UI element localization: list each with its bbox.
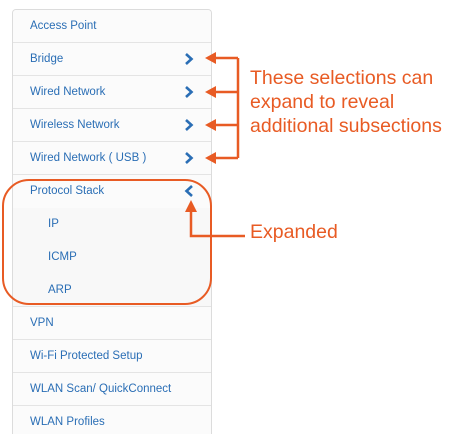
chevron-right-icon[interactable]: [184, 53, 194, 65]
menu-item-label: Wireless Network: [30, 119, 120, 131]
expandable-annotation: These selections can expand to reveal ad…: [250, 66, 442, 138]
menu-item-label: Bridge: [30, 53, 64, 65]
submenu-item-label: IP: [48, 218, 59, 230]
chevron-right-icon[interactable]: [184, 86, 194, 98]
menu-item-wlan-profiles[interactable]: WLAN Profiles: [13, 406, 211, 434]
submenu-item-arp[interactable]: ARP: [13, 274, 211, 307]
menu-item-access-point[interactable]: Access Point: [13, 10, 211, 43]
menu-item-protocol-stack[interactable]: Protocol Stack: [13, 175, 211, 208]
menu-item-label: VPN: [30, 317, 54, 329]
menu-item-label: Wired Network: [30, 86, 106, 98]
submenu-item-label: ARP: [48, 284, 72, 296]
menu-item-label: WLAN Profiles: [30, 416, 105, 428]
submenu-item-icmp[interactable]: ICMP: [13, 241, 211, 274]
chevron-right-icon[interactable]: [184, 152, 194, 164]
settings-menu: Access Point Bridge Wired Network Wirele…: [12, 9, 212, 434]
menu-item-vpn[interactable]: VPN: [13, 307, 211, 340]
chevron-left-icon[interactable]: [184, 185, 194, 197]
submenu-item-ip[interactable]: IP: [13, 208, 211, 241]
menu-item-wlan-scan[interactable]: WLAN Scan/ QuickConnect: [13, 373, 211, 406]
menu-item-label: Protocol Stack: [30, 185, 105, 197]
annotation-line: additional subsections: [250, 115, 442, 137]
menu-item-wired-network[interactable]: Wired Network: [13, 76, 211, 109]
annotation-line: expand to reveal: [250, 91, 395, 113]
menu-item-label: WLAN Scan/ QuickConnect: [30, 383, 172, 395]
expandable-bracket: [215, 56, 240, 160]
menu-item-label: Wi-Fi Protected Setup: [30, 350, 143, 362]
annotation-line: These selections can: [250, 67, 434, 89]
chevron-right-icon[interactable]: [184, 119, 194, 131]
menu-item-wired-network-usb[interactable]: Wired Network ( USB ): [13, 142, 211, 175]
screenshot-stage: Access Point Bridge Wired Network Wirele…: [0, 0, 469, 434]
menu-item-label: Wired Network ( USB ): [30, 152, 147, 164]
submenu-item-label: ICMP: [48, 251, 77, 263]
expanded-annotation: Expanded: [250, 221, 338, 243]
menu-item-wps[interactable]: Wi-Fi Protected Setup: [13, 340, 211, 373]
menu-item-wireless-network[interactable]: Wireless Network: [13, 109, 211, 142]
menu-item-bridge[interactable]: Bridge: [13, 43, 211, 76]
menu-item-label: Access Point: [30, 20, 97, 32]
